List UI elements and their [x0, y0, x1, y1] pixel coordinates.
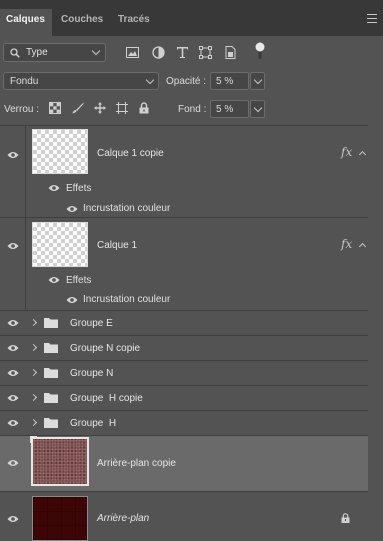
lock-transparent-pixels-icon[interactable]	[49, 102, 61, 114]
tab-calques[interactable]: Calques	[0, 9, 52, 36]
layer-name[interactable]: Arrière-plan copie	[97, 458, 176, 469]
chevron-down-icon	[145, 75, 155, 85]
blend-mode-value: Fondu	[10, 76, 39, 87]
effect-name[interactable]: Incrustation couleur	[83, 203, 170, 214]
eye-icon[interactable]	[48, 276, 60, 284]
text-filter-icon[interactable]	[176, 46, 189, 59]
eye-icon[interactable]	[7, 344, 19, 352]
adjustment-filter-icon[interactable]	[152, 46, 165, 59]
eye-icon[interactable]	[7, 419, 19, 427]
fill-input[interactable]: 5 %	[210, 100, 249, 118]
filter-kind-select[interactable]: Type	[3, 43, 106, 62]
opacity-label: Opacité :	[166, 76, 207, 87]
layer-row-group[interactable]: Groupe H copie	[0, 386, 368, 410]
layer-name[interactable]: Arrière-plan	[97, 513, 149, 524]
lock-all-icon[interactable]	[138, 102, 150, 114]
lock-label: Verrou :	[4, 104, 40, 115]
fx-icon[interactable]: fx	[341, 237, 352, 251]
folder-icon	[44, 343, 58, 353]
lock-artboard-icon[interactable]	[116, 102, 128, 114]
layers-list: Calque 1 copie fx Effets Incrustation co…	[0, 125, 383, 541]
eye-icon[interactable]	[66, 296, 78, 304]
lock-icon[interactable]	[341, 513, 350, 523]
collapse-effects-icon[interactable]	[358, 242, 367, 251]
layer-thumbnail[interactable]	[32, 222, 88, 267]
eye-icon[interactable]	[7, 459, 19, 467]
layer-row-calque-1-copie[interactable]: Calque 1 copie fx Effets Incrustation co…	[0, 126, 368, 217]
tab-traces[interactable]: Tracés	[112, 9, 158, 36]
smart-object-filter-icon[interactable]	[224, 46, 237, 59]
folder-icon	[44, 418, 58, 428]
fill-value: 5 %	[216, 104, 234, 115]
collapse-effects-icon[interactable]	[358, 150, 367, 159]
eye-icon[interactable]	[7, 151, 19, 159]
layer-row-group[interactable]: Groupe N copie	[0, 336, 368, 360]
layer-name[interactable]: Calque 1 copie	[97, 148, 164, 159]
chevron-down-icon	[253, 103, 263, 113]
expand-group-icon[interactable]	[29, 368, 38, 377]
chevron-down-icon	[91, 46, 101, 56]
shape-filter-icon[interactable]	[199, 46, 212, 59]
layer-row-selected[interactable]: Arrière-plan copie	[0, 436, 368, 491]
layer-name[interactable]: Groupe H	[70, 418, 116, 429]
eye-icon[interactable]	[7, 369, 19, 377]
opacity-dropdown-button[interactable]	[250, 72, 265, 90]
layer-row-background[interactable]: Arrière-plan	[0, 492, 368, 541]
filter-toggle-switch[interactable]	[255, 42, 265, 60]
eye-icon[interactable]	[48, 184, 60, 192]
eye-icon[interactable]	[7, 394, 19, 402]
layer-name[interactable]: Groupe H copie	[70, 393, 143, 404]
blend-mode-select[interactable]: Fondu	[3, 72, 159, 90]
filter-kind-label: Type	[26, 47, 48, 58]
panel-menu-icon[interactable]	[367, 14, 377, 23]
layers-scrollbar[interactable]	[368, 125, 383, 541]
fill-label: Fond :	[178, 104, 207, 115]
layer-name[interactable]: Groupe E	[70, 318, 113, 329]
effects-label: Effets	[66, 183, 92, 194]
lock-image-pixels-icon[interactable]	[72, 102, 84, 114]
layer-thumbnail[interactable]	[32, 496, 88, 541]
eye-icon[interactable]	[7, 319, 19, 327]
expand-group-icon[interactable]	[29, 343, 38, 352]
folder-icon	[44, 393, 58, 403]
eye-icon[interactable]	[7, 515, 19, 523]
lock-position-icon[interactable]	[94, 102, 106, 114]
layer-row-calque-1[interactable]: Calque 1 fx Effets Incrustation couleur	[0, 218, 368, 309]
image-filter-icon[interactable]	[126, 46, 139, 59]
opacity-input[interactable]: 5 %	[210, 72, 249, 90]
layer-row-group[interactable]: Groupe N	[0, 361, 368, 385]
expand-group-icon[interactable]	[29, 393, 38, 402]
effects-label: Effets	[66, 275, 92, 286]
opacity-value: 5 %	[216, 76, 234, 87]
layer-row-group[interactable]: Groupe E	[0, 311, 368, 335]
effect-name[interactable]: Incrustation couleur	[83, 294, 170, 305]
folder-icon	[44, 368, 58, 378]
panel-tab-bar: Calques Couches Tracés	[0, 0, 383, 36]
layer-row-group[interactable]: Groupe H	[0, 411, 368, 435]
layer-name[interactable]: Groupe N	[70, 368, 113, 379]
fx-icon[interactable]: fx	[341, 145, 352, 159]
eye-icon[interactable]	[66, 205, 78, 213]
expand-group-icon[interactable]	[29, 318, 38, 327]
eye-icon[interactable]	[7, 242, 19, 250]
tab-couches[interactable]: Couches	[56, 9, 108, 36]
search-icon	[10, 48, 20, 58]
chevron-down-icon	[253, 75, 263, 85]
expand-group-icon[interactable]	[29, 418, 38, 427]
layer-thumbnail[interactable]	[30, 436, 89, 486]
layer-name[interactable]: Groupe N copie	[70, 343, 140, 354]
folder-icon	[44, 318, 58, 328]
layer-thumbnail[interactable]	[32, 129, 88, 174]
layer-name[interactable]: Calque 1	[97, 240, 137, 251]
fill-dropdown-button[interactable]	[250, 100, 265, 118]
